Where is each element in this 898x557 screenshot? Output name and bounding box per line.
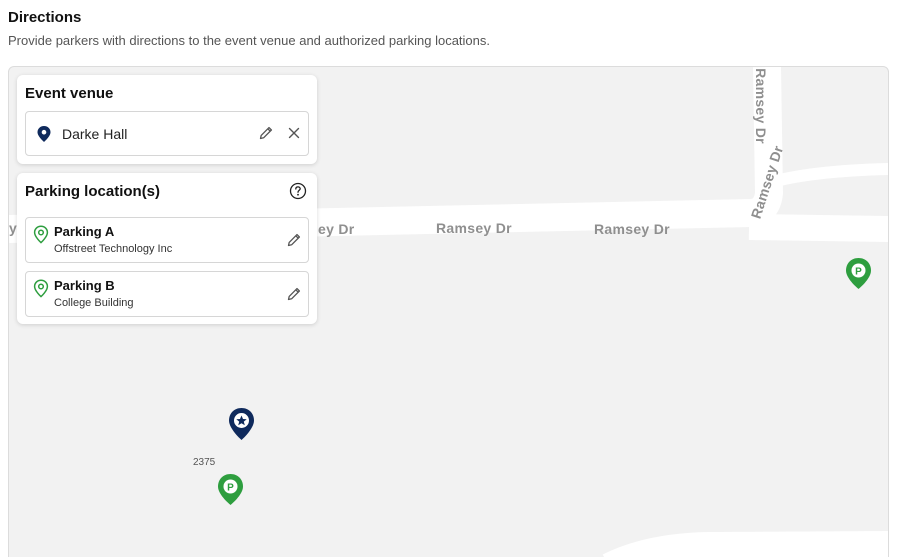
event-venue-card: Event venue Darke Hall [17, 75, 317, 164]
parking-location-name: Parking A [54, 224, 115, 239]
road-label-ramsey-vertical: Ramsey Dr [752, 68, 769, 144]
location-outline-pin-icon [33, 279, 49, 303]
parking-locations-card: Parking location(s) Parking A Offstreet … [17, 173, 317, 324]
location-outline-pin-icon [33, 225, 49, 249]
road-label-ramsey-1: ey Dr [318, 221, 355, 237]
parking-pin-icon: P [218, 474, 243, 505]
edit-parking-icon[interactable] [286, 286, 302, 307]
parking-location-item[interactable]: Parking B College Building [25, 271, 309, 317]
location-pin-icon [36, 125, 52, 148]
parking-marker-letter: P [227, 483, 234, 494]
parking-map-marker-a[interactable]: P [845, 257, 872, 295]
directions-title: Directions [8, 9, 82, 26]
parking-locations-title: Parking location(s) [25, 183, 161, 200]
parking-location-subtitle: College Building [54, 297, 134, 309]
event-venue-title: Event venue [25, 85, 114, 102]
parking-location-subtitle: Offstreet Technology Inc [54, 243, 173, 255]
venue-star-pin-icon [229, 408, 254, 440]
address-number-label: 2375 [193, 457, 216, 468]
edit-venue-icon[interactable] [258, 125, 274, 146]
event-venue-name: Darke Hall [62, 126, 128, 142]
event-venue-field[interactable]: Darke Hall [25, 111, 309, 156]
parking-pin-icon: P [846, 258, 871, 289]
help-icon[interactable] [289, 182, 307, 205]
venue-map-marker[interactable] [228, 407, 255, 446]
road-label-left-fragment: y [9, 220, 18, 236]
clear-venue-icon[interactable] [286, 125, 302, 146]
edit-parking-icon[interactable] [286, 232, 302, 253]
parking-location-name: Parking B [54, 278, 115, 293]
parking-marker-letter: P [855, 267, 862, 278]
road-label-ramsey-3: Ramsey Dr [594, 221, 670, 237]
parking-map-marker-b[interactable]: P [217, 473, 244, 511]
parking-location-item[interactable]: Parking A Offstreet Technology Inc [25, 217, 309, 263]
directions-description: Provide parkers with directions to the e… [8, 33, 491, 48]
road-label-ramsey-2: Ramsey Dr [436, 220, 512, 236]
